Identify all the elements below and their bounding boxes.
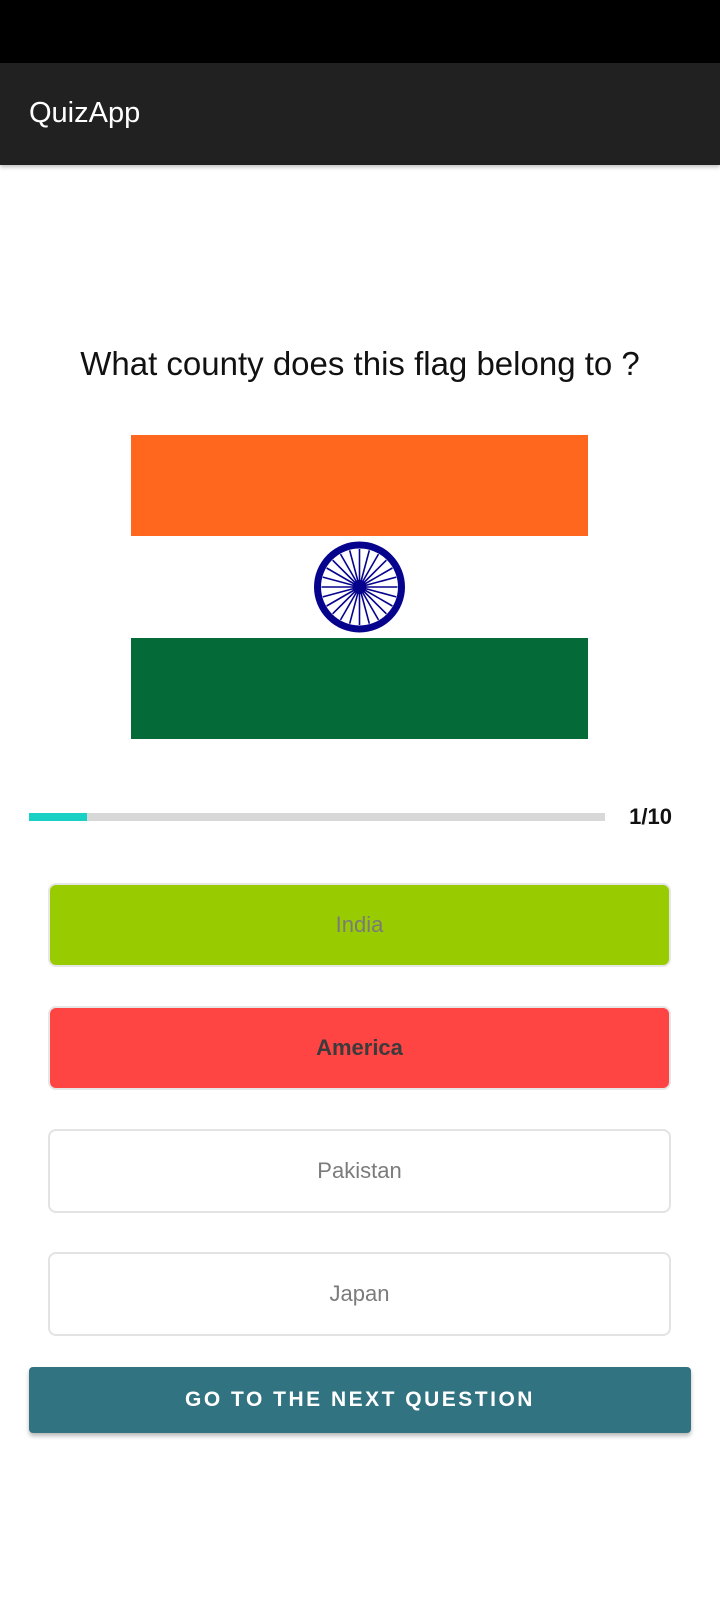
next-question-button[interactable]: GO TO THE NEXT QUESTION [29, 1367, 691, 1433]
option-pakistan-button[interactable]: Pakistan [48, 1129, 671, 1213]
progress-counter: 1/10 [629, 804, 672, 829]
option-america-button[interactable]: America [48, 1006, 671, 1090]
option-india-button[interactable]: India [48, 883, 671, 967]
ashoka-chakra-icon [314, 541, 405, 633]
app-title: QuizApp [29, 97, 141, 129]
option-japan-button[interactable]: Japan [48, 1252, 671, 1336]
progress-bar-fill [29, 813, 87, 821]
flag-green-band [131, 638, 588, 739]
app-bar: QuizApp [0, 63, 720, 165]
progress-bar [29, 813, 605, 821]
flag-saffron-band [131, 435, 588, 536]
question-text: What county does this flag belong to ? [80, 345, 640, 382]
status-bar [0, 0, 720, 63]
india-flag-image [131, 435, 588, 739]
